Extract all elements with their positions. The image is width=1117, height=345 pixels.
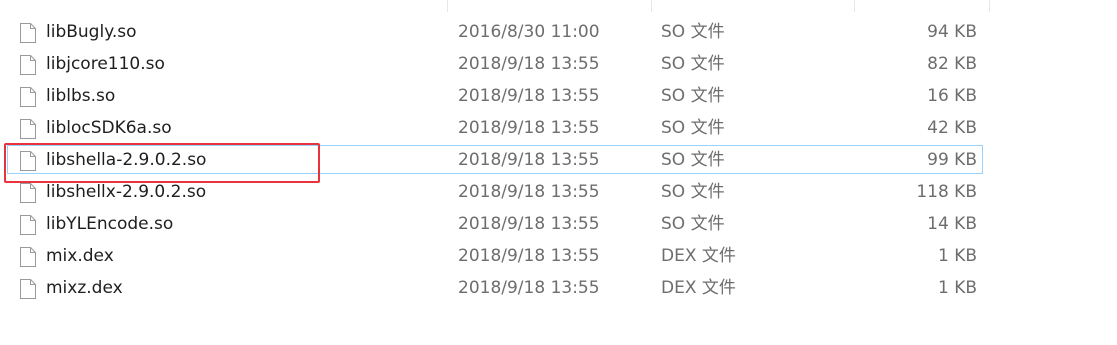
file-modified: 2018/9/18 13:55	[458, 118, 600, 138]
file-name: mixz.dex	[46, 278, 123, 298]
file-size: 1 KB	[937, 246, 977, 266]
column-divider-size[interactable]	[854, 0, 855, 12]
file-modified: 2018/9/18 13:55	[458, 278, 600, 298]
file-modified: 2018/9/18 13:55	[458, 150, 600, 170]
file-size: 14 KB	[927, 214, 977, 234]
annotation-highlight-box	[4, 143, 320, 183]
file-type: SO 文件	[661, 150, 725, 170]
file-type: DEX 文件	[661, 246, 736, 266]
file-icon	[20, 23, 36, 43]
file-type: SO 文件	[661, 86, 725, 106]
file-name: libBugly.so	[46, 22, 137, 42]
file-icon	[20, 215, 36, 235]
file-name: libYLEncode.so	[46, 214, 174, 234]
file-size: 94 KB	[927, 22, 977, 42]
file-modified: 2018/9/18 13:55	[458, 86, 600, 106]
file-row[interactable]: libjcore110.so 2018/9/18 13:55 SO 文件 82 …	[0, 48, 1117, 80]
file-size: 99 KB	[927, 150, 977, 170]
column-divider-date[interactable]	[447, 0, 448, 12]
file-name: libjcore110.so	[46, 54, 165, 74]
file-name: liblbs.so	[46, 86, 116, 106]
file-size: 118 KB	[916, 182, 977, 202]
file-size: 16 KB	[927, 86, 977, 106]
column-divider-type[interactable]	[651, 0, 652, 12]
file-size: 82 KB	[927, 54, 977, 74]
file-type: SO 文件	[661, 22, 725, 42]
file-icon	[20, 55, 36, 75]
file-modified: 2018/9/18 13:55	[458, 182, 600, 202]
file-row[interactable]: mixz.dex 2018/9/18 13:55 DEX 文件 1 KB	[0, 272, 1117, 304]
file-row[interactable]: liblocSDK6a.so 2018/9/18 13:55 SO 文件 42 …	[0, 112, 1117, 144]
file-type: SO 文件	[661, 118, 725, 138]
file-modified: 2018/9/18 13:55	[458, 246, 600, 266]
file-row[interactable]: liblbs.so 2018/9/18 13:55 SO 文件 16 KB	[0, 80, 1117, 112]
file-modified: 2018/9/18 13:55	[458, 54, 600, 74]
file-modified: 2018/9/18 13:55	[458, 214, 600, 234]
file-name: mix.dex	[46, 246, 114, 266]
column-divider-end[interactable]	[989, 0, 990, 12]
file-icon	[20, 247, 36, 267]
file-icon	[20, 119, 36, 139]
file-modified: 2016/8/30 11:00	[458, 22, 600, 42]
file-size: 42 KB	[927, 118, 977, 138]
file-type: SO 文件	[661, 182, 725, 202]
file-icon	[20, 279, 36, 299]
file-size: 1 KB	[937, 278, 977, 298]
file-type: SO 文件	[661, 54, 725, 74]
file-row[interactable]: libBugly.so 2016/8/30 11:00 SO 文件 94 KB	[0, 16, 1117, 48]
file-row[interactable]: libYLEncode.so 2018/9/18 13:55 SO 文件 14 …	[0, 208, 1117, 240]
file-icon	[20, 87, 36, 107]
file-icon	[20, 183, 36, 203]
file-type: SO 文件	[661, 214, 725, 234]
file-row[interactable]: mix.dex 2018/9/18 13:55 DEX 文件 1 KB	[0, 240, 1117, 272]
file-type: DEX 文件	[661, 278, 736, 298]
file-name: liblocSDK6a.so	[46, 118, 172, 138]
